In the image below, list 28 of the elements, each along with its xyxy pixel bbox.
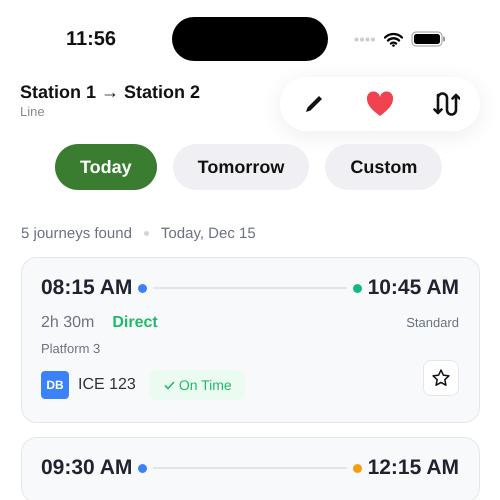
result-count: 5 journeys found	[21, 225, 132, 242]
day-tab[interactable]: Today	[55, 144, 157, 190]
separator-dot	[144, 231, 149, 236]
connection-type: Direct	[112, 314, 158, 332]
star-button[interactable]	[423, 360, 459, 396]
journey-card[interactable]: 09:30 AM 12:15 AM	[21, 437, 480, 500]
journey-card[interactable]: 08:15 AM 10:45 AM 2h 30m Direct Standard Platform 3 DB ICE 123 On Time	[21, 257, 480, 423]
route-title: Station 1 → Station 2	[20, 82, 200, 102]
check-icon	[164, 380, 175, 390]
swap-arrows-icon	[432, 90, 460, 118]
arrival-time: 10:45 AM	[368, 276, 459, 300]
platform: Platform 3	[41, 341, 102, 356]
battery-icon	[411, 31, 446, 47]
status-time: 11:56	[66, 28, 118, 50]
operator-badge: DB	[41, 371, 69, 399]
status-text: On Time	[178, 377, 232, 393]
day-tab[interactable]: Tomorrow	[172, 144, 310, 190]
wifi-icon	[384, 32, 403, 46]
arrival-time: 12:15 AM	[368, 456, 459, 480]
day-tab[interactable]: Custom	[325, 144, 442, 190]
result-date: Today, Dec 15	[160, 225, 256, 242]
train-number: ICE 123	[78, 376, 136, 394]
duration: 2h 30m	[41, 314, 94, 332]
departure-time: 08:15 AM	[41, 276, 132, 300]
signal-icon	[354, 36, 376, 42]
fare-class: Standard	[406, 315, 459, 330]
departure-time: 09:30 AM	[41, 456, 132, 480]
route-subtitle: Line	[20, 104, 46, 118]
